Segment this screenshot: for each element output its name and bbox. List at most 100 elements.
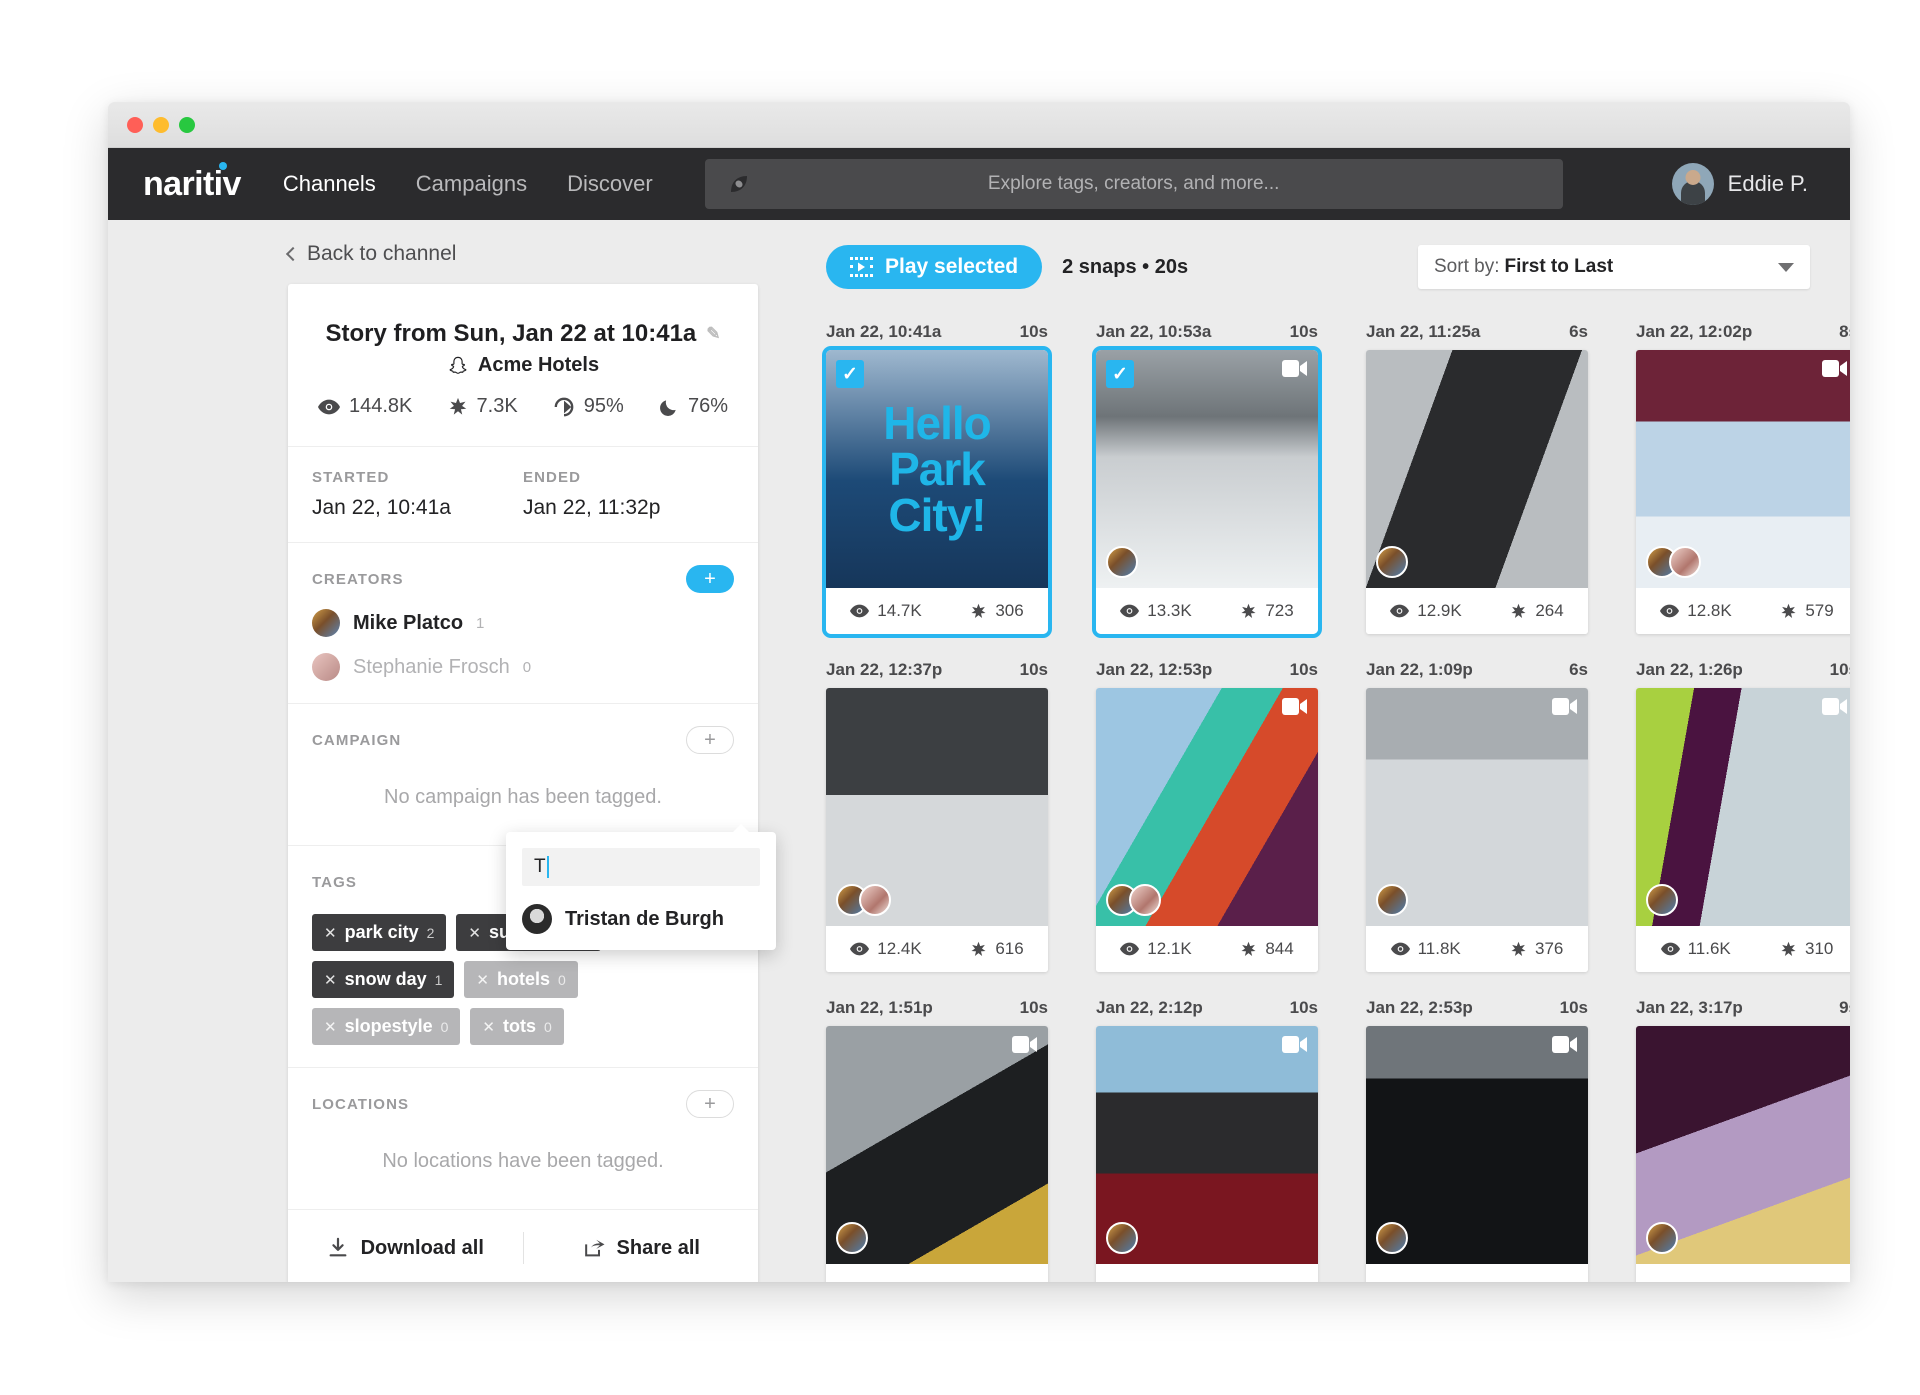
snap-views-value: 12.9K: [1417, 601, 1462, 620]
snap-card[interactable]: Jan 22, 10:53a 10s ✓ 13.3K 723: [1096, 322, 1318, 634]
remove-tag-icon[interactable]: ✕: [482, 1018, 495, 1036]
snap-thumbnail-card[interactable]: 12.8K 579: [1636, 350, 1850, 634]
tag-chip[interactable]: ✕ hotels 0: [464, 961, 578, 998]
avatar: [1669, 546, 1701, 578]
nav-link-campaigns[interactable]: Campaigns: [416, 171, 527, 197]
remove-tag-icon[interactable]: ✕: [324, 924, 337, 942]
snap-thumbnail-card[interactable]: [1366, 1026, 1588, 1282]
snap-card[interactable]: Jan 22, 12:02p 8s 12.8K 579: [1636, 322, 1850, 634]
creator-search-result[interactable]: Tristan de Burgh: [522, 904, 760, 934]
snap-thumbnail-card[interactable]: Hello Park City! ✓ 14.7K 306: [826, 350, 1048, 634]
tag-chip[interactable]: ✕ slopestyle 0: [312, 1008, 461, 1045]
snap-duration: 10s: [1019, 998, 1048, 1017]
snap-thumbnail[interactable]: Hello Park City! ✓: [826, 350, 1048, 588]
snap-screenshots-value: 376: [1535, 939, 1564, 958]
search-input[interactable]: Explore tags, creators, and more...: [704, 159, 1563, 209]
snaps-panel: Play selected 2 snaps • 20s Sort by: Fir…: [826, 242, 1850, 1282]
snap-stats: [1636, 1264, 1850, 1282]
add-campaign-button[interactable]: +: [686, 726, 734, 754]
snap-card[interactable]: Jan 22, 1:51p 10s: [826, 998, 1048, 1282]
snap-thumbnail[interactable]: [1096, 1026, 1318, 1264]
eye-icon: [1660, 942, 1680, 956]
back-to-channel-link[interactable]: Back to channel: [285, 242, 758, 266]
snap-views-value: 13.3K: [1147, 601, 1192, 620]
snap-card[interactable]: Jan 22, 1:09p 6s 11.8K 376: [1366, 660, 1588, 972]
snap-thumbnail-card[interactable]: [1636, 1026, 1850, 1282]
pencil-icon[interactable]: ✎: [706, 324, 720, 344]
snap-thumbnail[interactable]: [1366, 1026, 1588, 1264]
eye-icon: [850, 942, 870, 956]
snap-thumbnail[interactable]: [1366, 350, 1588, 588]
snap-thumbnail[interactable]: ✓: [1096, 350, 1318, 588]
snap-card[interactable]: Jan 22, 2:53p 10s: [1366, 998, 1588, 1282]
remove-tag-icon[interactable]: ✕: [324, 971, 337, 989]
snap-screenshots-value: 310: [1805, 939, 1834, 958]
list-item[interactable]: Mike Platco 1: [312, 609, 734, 637]
tag-chip[interactable]: ✕ park city 2: [312, 914, 447, 951]
sort-by-select[interactable]: Sort by: First to Last: [1418, 245, 1810, 289]
story-stat-replays-value: 95%: [583, 395, 624, 417]
snap-card[interactable]: Jan 22, 1:26p 10s 11.6K 310: [1636, 660, 1850, 972]
snap-thumbnail[interactable]: [1636, 350, 1850, 588]
share-icon: [582, 1237, 605, 1259]
snap-select-checkbox[interactable]: ✓: [836, 360, 864, 388]
remove-tag-icon[interactable]: ✕: [468, 924, 481, 942]
snap-card[interactable]: Jan 22, 2:12p 10s: [1096, 998, 1318, 1282]
creator-search-input[interactable]: T: [522, 848, 760, 886]
snap-thumbnail[interactable]: [1366, 688, 1588, 926]
user-menu[interactable]: Eddie P.: [1671, 163, 1850, 205]
snap-card[interactable]: Jan 22, 11:25a 6s 12.9K 264: [1366, 322, 1588, 634]
snap-select-checkbox[interactable]: ✓: [1106, 360, 1134, 388]
snap-thumbnail-card[interactable]: [1096, 1026, 1318, 1282]
snap-duration: 10s: [1289, 998, 1318, 1017]
campaign-label: CAMPAIGN: [312, 731, 402, 749]
play-selected-button[interactable]: Play selected: [826, 245, 1043, 289]
snap-thumbnail-card[interactable]: 12.9K 264: [1366, 350, 1588, 634]
started-block: STARTED Jan 22, 10:41a: [312, 469, 523, 520]
snap-thumbnail-card[interactable]: 12.1K 844: [1096, 688, 1318, 972]
snap-thumbnail-card[interactable]: 12.4K 616: [826, 688, 1048, 972]
story-stat-views-value: 144.8K: [349, 395, 413, 417]
tag-chip[interactable]: ✕ tots 0: [470, 1008, 564, 1045]
snap-duration: 10s: [1829, 660, 1850, 679]
zoom-window-button[interactable]: [179, 116, 195, 133]
close-window-button[interactable]: [127, 116, 143, 133]
remove-tag-icon[interactable]: ✕: [324, 1018, 337, 1036]
snap-screenshots: 616: [970, 939, 1024, 959]
add-location-button[interactable]: +: [686, 1090, 734, 1118]
add-creator-button[interactable]: +: [686, 565, 734, 593]
sort-by-prefix: Sort by:: [1434, 256, 1500, 277]
nav-link-channels[interactable]: Channels: [283, 171, 376, 197]
snap-thumbnail[interactable]: [826, 688, 1048, 926]
snap-card[interactable]: Jan 22, 3:17p 9s: [1636, 998, 1850, 1282]
snap-thumbnail[interactable]: [1636, 688, 1850, 926]
user-name: Eddie P.: [1727, 171, 1808, 196]
snap-thumbnail[interactable]: [1636, 1026, 1850, 1264]
nav-link-discover[interactable]: Discover: [567, 171, 653, 197]
video-icon: [1012, 1036, 1038, 1053]
minimize-window-button[interactable]: [153, 116, 169, 133]
snap-thumbnail[interactable]: [1096, 688, 1318, 926]
snap-thumbnail-card[interactable]: ✓ 13.3K 723: [1096, 350, 1318, 634]
snap-thumbnail-card[interactable]: 11.8K 376: [1366, 688, 1588, 972]
snap-creator-faces: [836, 884, 891, 916]
tag-chip[interactable]: ✕ snow day 1: [312, 961, 455, 998]
snap-card[interactable]: Jan 22, 12:53p 10s 12.1K 844: [1096, 660, 1318, 972]
story-stat-screenshots-value: 7.3K: [476, 395, 518, 417]
snap-thumbnail[interactable]: [826, 1026, 1048, 1264]
remove-tag-icon[interactable]: ✕: [476, 971, 489, 989]
tag-label: slopestyle: [344, 1016, 433, 1036]
avatar: [1646, 1222, 1678, 1254]
list-item[interactable]: Stephanie Frosch 0: [312, 653, 734, 681]
snap-screenshots: 376: [1510, 939, 1563, 959]
snap-thumbnail-card[interactable]: [826, 1026, 1048, 1282]
download-all-button[interactable]: Download all: [288, 1237, 523, 1260]
app-logo-text: naritiv: [143, 165, 241, 203]
snap-duration: 6s: [1569, 660, 1588, 679]
snap-card[interactable]: Jan 22, 10:41a 10s Hello Park City! ✓ 14.7K 306: [826, 322, 1048, 634]
share-all-button[interactable]: Share all: [524, 1237, 759, 1260]
snap-thumbnail-card[interactable]: 11.6K 310: [1636, 688, 1850, 972]
snap-stats: 12.8K 579: [1636, 588, 1850, 634]
snap-card[interactable]: Jan 22, 12:37p 10s 12.4K 616: [826, 660, 1048, 972]
app-logo[interactable]: naritiv: [143, 162, 241, 203]
